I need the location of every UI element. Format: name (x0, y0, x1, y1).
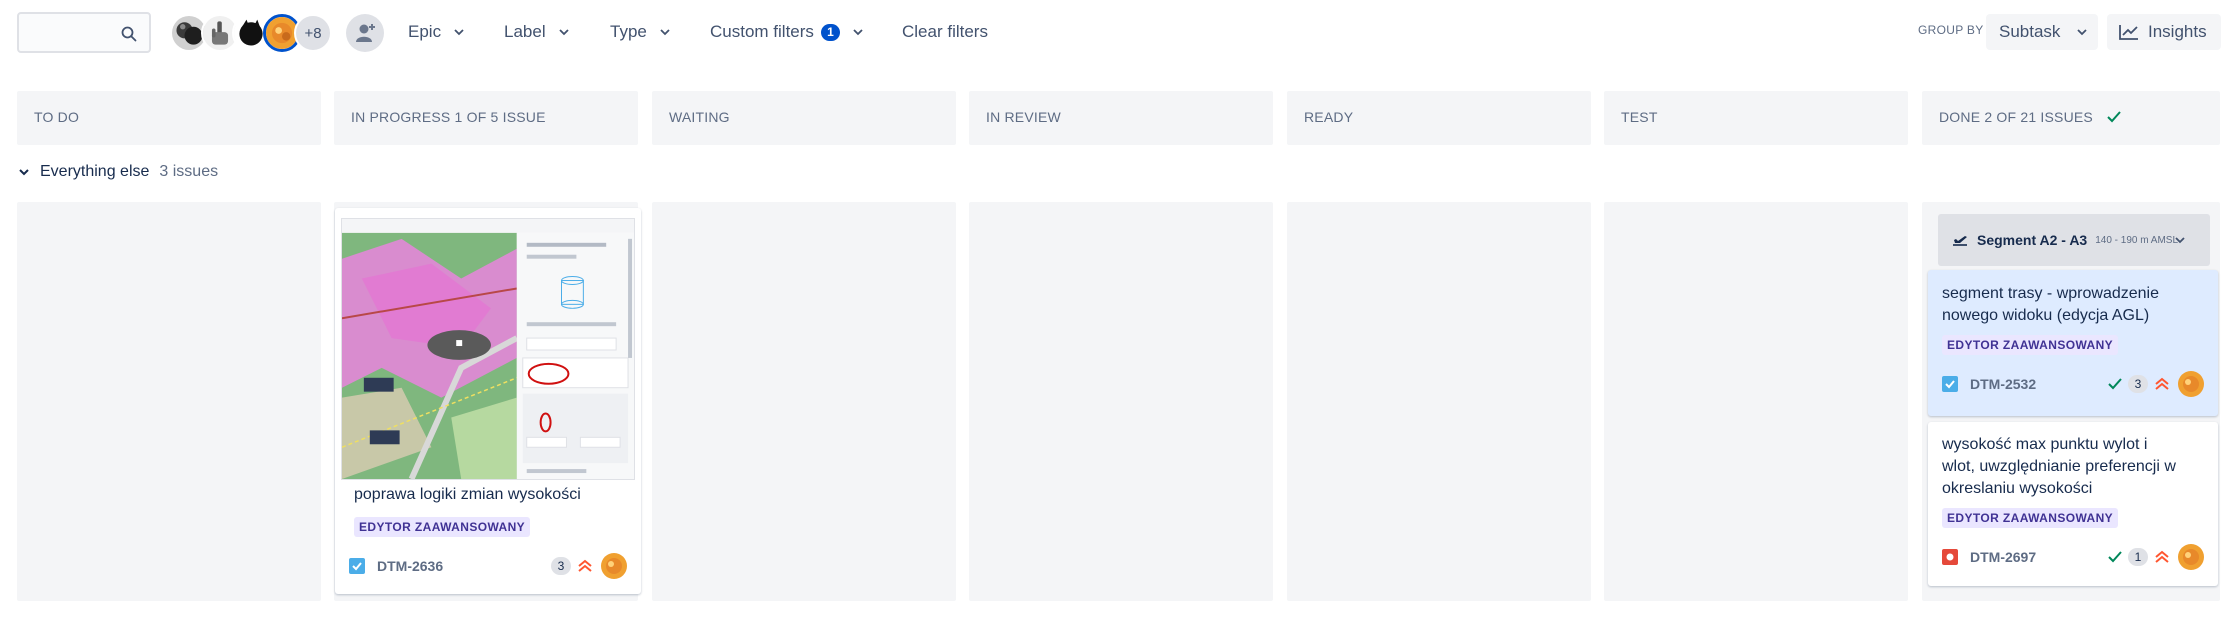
chart-trend-icon (2119, 25, 2138, 40)
filter-label: Label (504, 22, 546, 41)
priority-high-icon (2155, 550, 2169, 563)
column-header-in-review[interactable]: IN REVIEW (969, 91, 1273, 145)
column-title: READY (1304, 109, 1354, 125)
parent-issue-header[interactable]: Segment A2 - A3 140 - 190 m AMSL (1938, 214, 2210, 266)
priority-high-icon (578, 559, 592, 572)
group-by-dropdown[interactable]: Subtask (1986, 14, 2098, 50)
chevron-down-icon (853, 29, 863, 36)
issue-key[interactable]: DTM-2636 (377, 558, 443, 574)
swimlane-issue-count: 3 issues (159, 163, 219, 180)
check-icon (2107, 111, 2121, 123)
filter-label-dropdown[interactable]: Label (504, 18, 570, 46)
filter-type[interactable]: Type (610, 18, 671, 46)
issue-card[interactable]: wysokość max punktu wylot i wlot, uwzglę… (1928, 422, 2218, 586)
filter-epic[interactable]: Epic (408, 18, 465, 46)
column-header-waiting[interactable]: WAITING (652, 91, 956, 145)
column-body-test[interactable] (1604, 202, 1908, 601)
board-toolbar: +8 Epic Label Type Custom filters 1 Clea… (0, 0, 2233, 64)
card-footer: DTM-2636 3 (349, 552, 627, 580)
card-footer: DTM-2532 3 (1942, 370, 2204, 398)
group-by-label: GROUP BY (1918, 23, 1984, 37)
task-checkbox-icon (1942, 376, 1958, 392)
column-header-todo[interactable]: TO DO (17, 91, 321, 145)
plane-takeoff-icon (1953, 236, 1967, 246)
column-title: IN REVIEW (986, 109, 1061, 125)
parent-issue-altitude: 140 - 190 m AMSL (2095, 234, 2179, 246)
epic-lozenge[interactable]: EDYTOR ZAAWANSOWANY (1942, 335, 2119, 355)
avatars-more-count[interactable]: +8 (294, 14, 332, 52)
assignee-avatar[interactable] (2178, 544, 2204, 570)
parent-issue-name: Segment A2 - A3 (1977, 232, 2088, 248)
chevron-down-icon (454, 29, 464, 36)
story-points-badge: 3 (551, 557, 571, 575)
filter-label: Custom filters (710, 22, 814, 41)
column-body-todo[interactable] (17, 202, 321, 601)
search-input[interactable] (25, 20, 125, 46)
chevron-down-icon (2077, 29, 2088, 36)
filter-custom[interactable]: Custom filters 1 (710, 18, 864, 46)
epic-lozenge[interactable]: EDYTOR ZAAWANSOWANY (1942, 508, 2119, 528)
custom-filters-count-badge: 1 (820, 23, 840, 41)
column-body-in-review[interactable] (969, 202, 1273, 601)
task-checkbox-icon (349, 558, 365, 574)
group-by-value: Subtask (1999, 22, 2061, 41)
column-header-done[interactable]: DONE 2 OF 21 ISSUES (1922, 91, 2220, 145)
card-title: wysokość max punktu wylot i wlot, uwzglę… (1942, 436, 2176, 497)
chevron-down-icon (2175, 237, 2185, 244)
search-box[interactable] (17, 12, 151, 53)
issue-key[interactable]: DTM-2532 (1970, 376, 2036, 392)
bug-icon (1942, 549, 1958, 565)
card-cover-image (341, 218, 635, 480)
priority-high-icon (2155, 377, 2169, 390)
chevron-down-icon (558, 29, 569, 36)
swimlane-header[interactable]: Everything else 3 issues (18, 160, 218, 184)
done-check-icon (2108, 551, 2122, 563)
assignee-avatar[interactable] (601, 553, 627, 579)
filter-label: Epic (408, 22, 442, 41)
card-footer: DTM-2697 1 (1942, 543, 2204, 571)
column-header-test[interactable]: TEST (1604, 91, 1908, 145)
search-icon (121, 26, 137, 42)
card-title: poprawa logiki zmian wysokości (354, 486, 581, 503)
issue-card-selected[interactable]: segment trasy - wprowadzenie nowego wido… (1928, 270, 2218, 416)
story-points-badge: 1 (2128, 548, 2148, 566)
filter-label: Type (610, 22, 647, 41)
clear-filters-button[interactable]: Clear filters (902, 18, 988, 46)
insights-label: Insights (2148, 22, 2207, 41)
chevron-down-icon (19, 169, 29, 176)
add-person-icon (356, 24, 375, 42)
column-title: WAITING (669, 109, 730, 125)
epic-lozenge[interactable]: EDYTOR ZAAWANSOWANY (354, 517, 531, 537)
filter-label: Clear filters (902, 22, 988, 41)
issue-key[interactable]: DTM-2697 (1970, 549, 2036, 565)
chevron-down-icon (660, 29, 670, 36)
column-header-ready[interactable]: READY (1287, 91, 1591, 145)
assignee-avatar[interactable] (2178, 371, 2204, 397)
insights-button[interactable]: Insights (2107, 14, 2221, 50)
done-check-icon (2108, 378, 2122, 390)
issue-card[interactable]: poprawa logiki zmian wysokości EDYTOR ZA… (335, 208, 641, 594)
column-body-ready[interactable] (1287, 202, 1591, 601)
column-body-waiting[interactable] (652, 202, 956, 601)
swimlane-title: Everything else (40, 163, 150, 180)
column-title: IN PROGRESS 1 OF 5 ISSUE (351, 109, 546, 125)
column-title: TO DO (34, 109, 80, 125)
add-people-button[interactable] (346, 14, 384, 52)
column-header-in-progress[interactable]: IN PROGRESS 1 OF 5 ISSUE (334, 91, 638, 145)
column-title: TEST (1621, 109, 1658, 125)
story-points-badge: 3 (2128, 375, 2148, 393)
card-title: segment trasy - wprowadzenie nowego wido… (1942, 285, 2159, 324)
column-title: DONE 2 OF 21 ISSUES (1939, 109, 2093, 125)
